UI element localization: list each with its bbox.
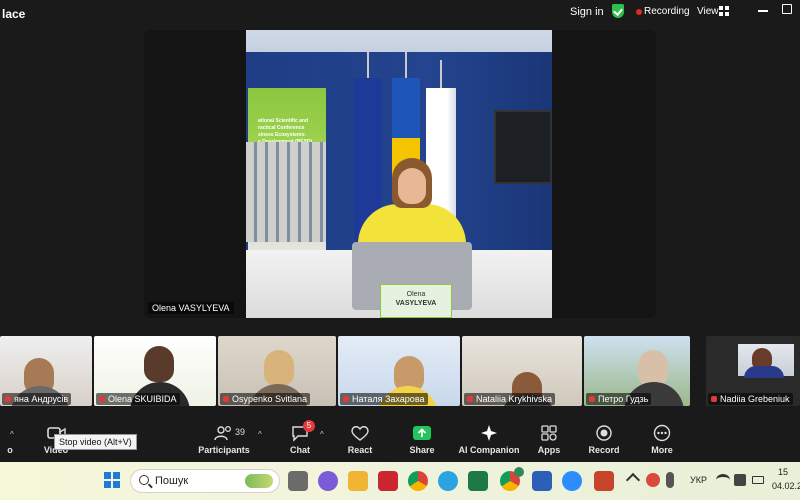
tray-chevron-up-icon[interactable] (625, 472, 641, 488)
mic-muted-icon (589, 396, 595, 402)
mic-muted-icon (5, 396, 11, 402)
chrome-profile-icon[interactable] (500, 467, 524, 491)
search-icon (139, 475, 149, 485)
nameplate-first-name: Olena (406, 291, 426, 298)
participant-body (744, 366, 784, 378)
participant-tile[interactable]: Петро Гудзь (584, 336, 690, 406)
speaker-video: ational Scientific and ractical Conferen… (246, 30, 552, 318)
participant-tile[interactable]: Osypenko Svitlana (218, 336, 336, 406)
zoom-meeting-window: lace Sign in Recording View ational Scie… (0, 0, 800, 500)
telegram-icon[interactable] (438, 471, 458, 491)
sign-in-link[interactable]: Sign in (570, 6, 604, 18)
flag-pole (440, 60, 442, 90)
share-screen-icon (411, 424, 433, 442)
sync-icon[interactable] (646, 473, 660, 487)
speaker-nameplate: Olena VASYLYEVA (380, 284, 452, 318)
chat-unread-badge: 5 (303, 420, 315, 432)
speaker-name-label: Olena VASYLYEVA (148, 302, 234, 314)
participant-tile[interactable]: Nataliia Krykhivska (462, 336, 582, 406)
participant-strip: яна Андрусів Olena SKUIBIDA Osypenko Svi… (0, 336, 800, 408)
heart-icon (349, 424, 371, 442)
input-language[interactable]: УКР (690, 475, 707, 485)
view-button[interactable]: View (697, 6, 719, 17)
participants-button[interactable]: 39 Participants (192, 424, 256, 455)
mic-muted-icon (467, 396, 473, 402)
more-icon (651, 424, 673, 442)
video-tooltip: Stop video (Alt+V) (54, 434, 137, 450)
excel-icon[interactable] (468, 471, 488, 491)
powerpoint-icon[interactable] (594, 471, 614, 491)
react-button[interactable]: React (328, 424, 392, 455)
grid-view-icon[interactable] (719, 6, 729, 16)
zoom-icon[interactable] (562, 471, 582, 491)
ai-companion-button[interactable]: AI Companion (454, 424, 524, 455)
chrome-icon[interactable] (408, 471, 428, 491)
record-button[interactable]: Record (572, 424, 636, 455)
participant-name: Osypenko Svitlana (220, 393, 311, 405)
chat-icon: 5 (289, 420, 315, 442)
notification-badge (514, 467, 524, 477)
participant-head (638, 350, 668, 386)
chat-options-chevron-up-icon[interactable]: ^ (320, 430, 324, 439)
mic-muted-icon (223, 396, 229, 402)
participant-name: Olena SKUIBIDA (96, 393, 180, 405)
windows-start-icon[interactable] (104, 472, 120, 488)
shield-icon[interactable] (612, 4, 624, 18)
mic-muted-icon (99, 396, 105, 402)
audio-options-chevron-up-icon[interactable]: ^ (10, 430, 14, 439)
wifi-icon[interactable] (716, 474, 730, 486)
more-button[interactable]: More (630, 424, 694, 455)
windows-taskbar: Пошук УКР 15 04.02.20 (0, 462, 800, 500)
top-bar: lace Sign in Recording View (0, 0, 800, 28)
volume-icon[interactable] (734, 474, 746, 486)
clock-time[interactable]: 15 (778, 467, 788, 477)
participant-head (264, 350, 294, 386)
active-speaker-stage[interactable]: ational Scientific and ractical Conferen… (144, 30, 656, 318)
search-highlight-icon (245, 474, 273, 488)
recording-dot-icon (636, 9, 642, 15)
apps-icon (538, 424, 560, 442)
participant-name: Петро Гудзь (586, 393, 652, 405)
word-icon[interactable] (532, 471, 552, 491)
mic-muted-icon (711, 396, 717, 402)
recording-label[interactable]: Recording (644, 6, 690, 17)
speaker-face (398, 168, 426, 204)
mic-muted-icon (343, 396, 349, 402)
participant-name: Наталя Захарова (340, 393, 428, 405)
participants-icon: 39 (213, 424, 245, 442)
task-view-icon[interactable] (288, 471, 308, 491)
nameplate-last-name: VASYLYEVA (395, 300, 437, 307)
maximize-icon[interactable] (782, 4, 792, 14)
participant-name: Nataliia Krykhivska (464, 393, 556, 405)
mcafee-icon[interactable] (378, 471, 398, 491)
participant-tile[interactable]: Nadiia Grebeniuk (706, 336, 800, 406)
participant-tile[interactable]: яна Андрусів (0, 336, 92, 406)
clock-date[interactable]: 04.02.20 (772, 481, 800, 491)
record-icon (593, 424, 615, 442)
participant-name: яна Андрусів (2, 393, 72, 405)
share-button[interactable]: Share (390, 424, 454, 455)
battery-icon[interactable] (752, 476, 764, 484)
wall-tv (494, 110, 552, 184)
participant-head (144, 346, 174, 382)
minimize-icon[interactable] (758, 10, 768, 12)
taskbar-search[interactable]: Пошук (130, 469, 280, 493)
participant-name: Nadiia Grebeniuk (708, 393, 793, 405)
search-placeholder: Пошук (155, 475, 189, 487)
sparkle-icon (478, 424, 500, 442)
window-title: lace (2, 7, 26, 21)
file-explorer-icon[interactable] (348, 471, 368, 491)
chat-button[interactable]: 5 Chat (268, 420, 332, 455)
participant-tile[interactable]: Olena SKUIBIDA (94, 336, 216, 406)
participant-tile[interactable]: Наталя Захарова (338, 336, 460, 406)
mic-tray-icon[interactable] (666, 472, 674, 488)
poster-building-image (246, 142, 326, 242)
participants-count: 39 (235, 427, 246, 437)
teams-icon[interactable] (318, 471, 338, 491)
participants-options-chevron-up-icon[interactable]: ^ (258, 430, 262, 439)
